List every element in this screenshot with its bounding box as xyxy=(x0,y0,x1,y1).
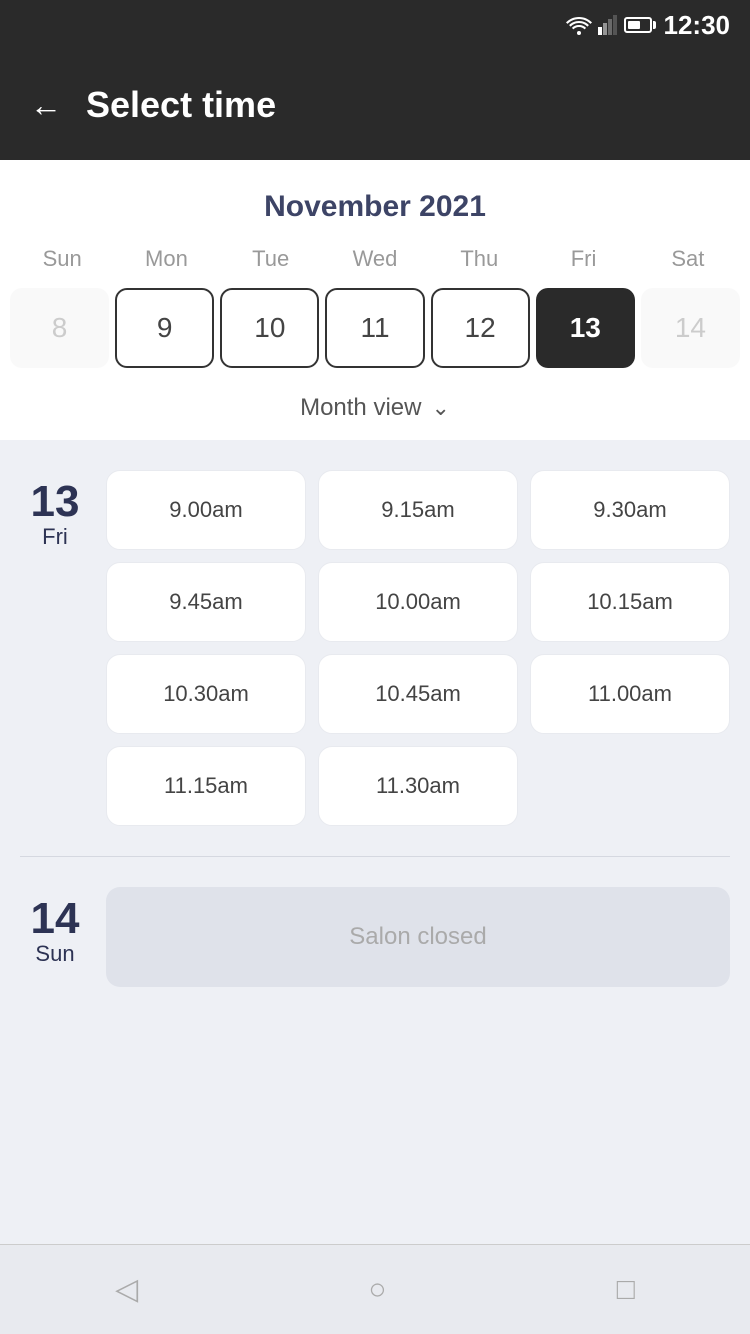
time-slot-915[interactable]: 9.15am xyxy=(318,470,518,550)
time-slot-1015[interactable]: 10.15am xyxy=(530,562,730,642)
battery-icon xyxy=(624,17,652,33)
time-slot-1115[interactable]: 11.15am xyxy=(106,746,306,826)
home-nav-icon[interactable]: ○ xyxy=(368,1273,386,1307)
calendar-section: November 2021 Sun Mon Tue Wed Thu Fri Sa… xyxy=(0,160,750,440)
time-slot-930[interactable]: 9.30am xyxy=(530,470,730,550)
month-year-label: November 2021 xyxy=(0,180,750,240)
date-cell-13[interactable]: 13 xyxy=(536,288,635,368)
weekday-sat: Sat xyxy=(636,240,740,278)
day-block-14: 14 Sun Salon closed xyxy=(20,887,730,987)
time-slot-1030[interactable]: 10.30am xyxy=(106,654,306,734)
status-time: 12:30 xyxy=(664,10,731,41)
status-bar: 12:30 xyxy=(0,0,750,50)
date-cell-11[interactable]: 11 xyxy=(325,288,424,368)
time-slot-1000[interactable]: 10.00am xyxy=(318,562,518,642)
section-divider xyxy=(20,856,730,857)
time-slot-1130[interactable]: 11.30am xyxy=(318,746,518,826)
time-slot-945[interactable]: 9.45am xyxy=(106,562,306,642)
day-name-13: Fri xyxy=(42,524,68,550)
weekday-thu: Thu xyxy=(427,240,531,278)
date-cell-8[interactable]: 8 xyxy=(10,288,109,368)
back-nav-icon[interactable]: ◁ xyxy=(115,1272,138,1307)
time-slot-900[interactable]: 9.00am xyxy=(106,470,306,550)
date-cell-12[interactable]: 12 xyxy=(431,288,530,368)
month-view-toggle[interactable]: Month view ⌄ xyxy=(0,384,750,440)
date-cell-10[interactable]: 10 xyxy=(220,288,319,368)
weekday-fri: Fri xyxy=(531,240,635,278)
day-block-13: 13 Fri 9.00am 9.15am 9.30am 9.45am 10.00… xyxy=(20,470,730,826)
date-cell-14[interactable]: 14 xyxy=(641,288,740,368)
status-icons: 12:30 xyxy=(566,10,731,41)
time-slot-1045[interactable]: 10.45am xyxy=(318,654,518,734)
day-name-14: Sun xyxy=(35,941,74,967)
day-num-13: 13 xyxy=(31,480,80,524)
time-grid-13: 9.00am 9.15am 9.30am 9.45am 10.00am 10.1… xyxy=(106,470,730,826)
salon-closed-slot: Salon closed xyxy=(106,887,730,987)
bottom-nav: ◁ ○ □ xyxy=(0,1244,750,1334)
date-cell-9[interactable]: 9 xyxy=(115,288,214,368)
back-button[interactable]: ← xyxy=(30,89,62,121)
date-row: 8 9 10 11 12 13 14 xyxy=(0,278,750,384)
weekday-tue: Tue xyxy=(219,240,323,278)
page-title: Select time xyxy=(86,84,276,126)
weekday-wed: Wed xyxy=(323,240,427,278)
day-label-14: 14 Sun xyxy=(20,887,90,987)
wifi-icon xyxy=(566,15,592,35)
time-slot-1100[interactable]: 11.00am xyxy=(530,654,730,734)
weekday-sun: Sun xyxy=(10,240,114,278)
day-label-13: 13 Fri xyxy=(20,470,90,826)
app-header: ← Select time xyxy=(0,50,750,160)
weekday-row: Sun Mon Tue Wed Thu Fri Sat xyxy=(0,240,750,278)
chevron-down-icon: ⌄ xyxy=(431,395,449,421)
day-num-14: 14 xyxy=(31,897,80,941)
signal-icon xyxy=(598,15,618,35)
weekday-mon: Mon xyxy=(114,240,218,278)
recent-nav-icon[interactable]: □ xyxy=(617,1273,635,1307)
time-section: 13 Fri 9.00am 9.15am 9.30am 9.45am 10.00… xyxy=(0,440,750,1244)
month-view-label: Month view xyxy=(300,394,421,422)
